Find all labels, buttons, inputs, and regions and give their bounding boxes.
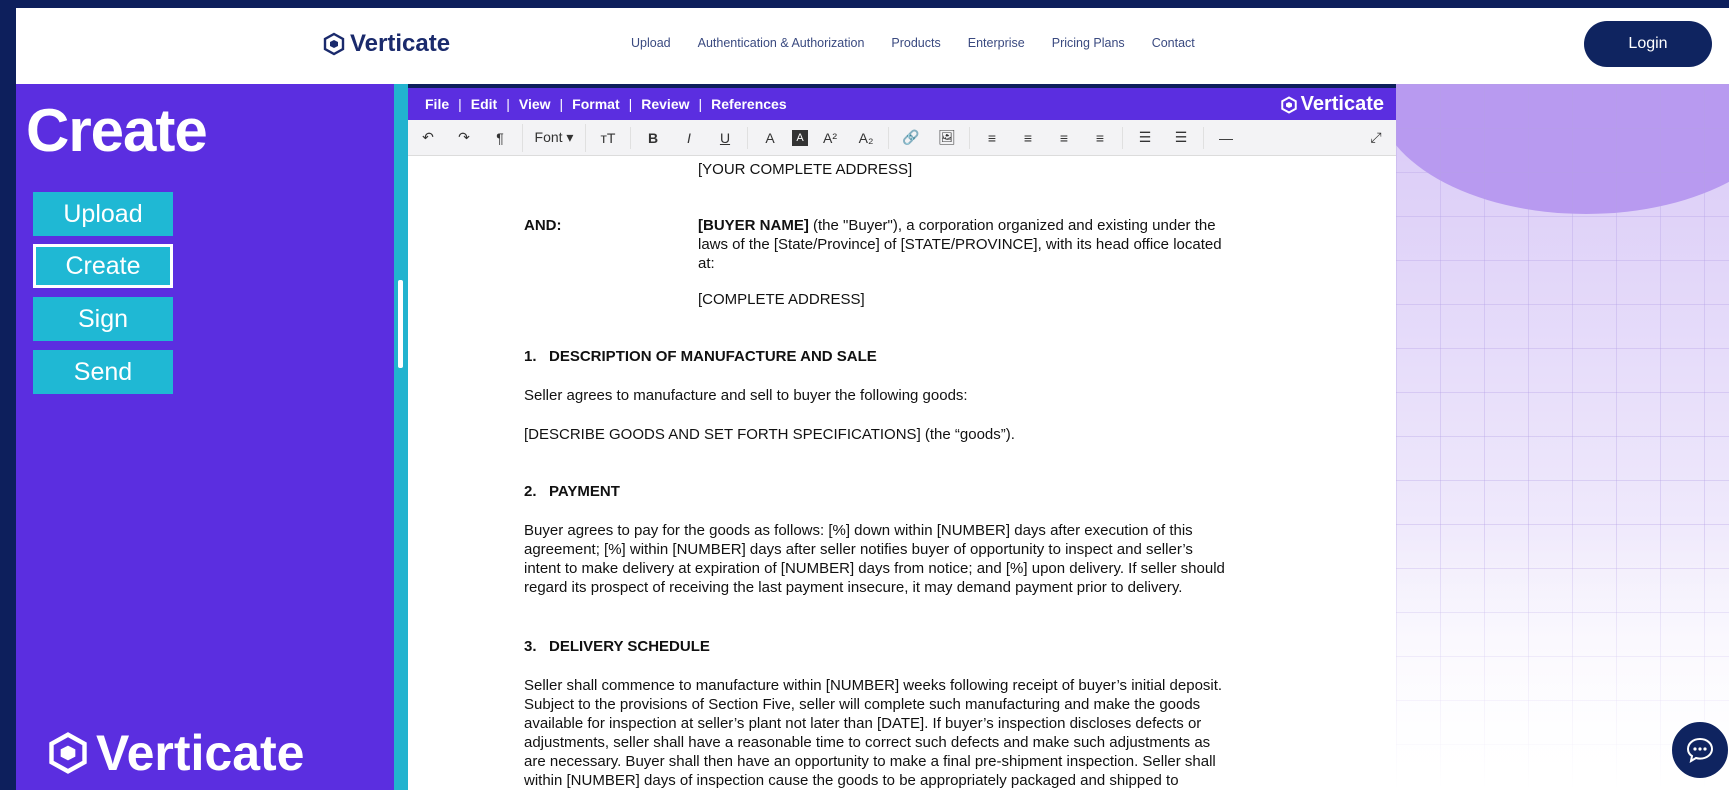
align-right-icon[interactable]: ≡ [1050,124,1078,152]
nav-link-upload[interactable]: Upload [631,36,671,50]
section-1-heading: 1. DESCRIPTION OF MANUFACTURE AND SALE [524,348,877,365]
section-3-heading: 3. DELIVERY SCHEDULE [524,638,710,655]
verticate-logo-icon [1280,95,1297,114]
verticate-logo-icon [323,32,345,56]
nav-link-products[interactable]: Products [891,36,940,50]
sidebar-sign-button[interactable]: Sign [33,297,173,341]
sidebar-create-button[interactable]: Create [33,244,173,288]
sidebar-send-button[interactable]: Send [33,350,173,394]
menu-view[interactable]: View [519,96,551,112]
align-left-icon[interactable]: ≡ [978,124,1006,152]
bullet-list-icon[interactable]: ☰ [1131,124,1159,152]
toolbar-divider [630,126,631,149]
address-line: [YOUR COMPLETE ADDRESS] [698,161,913,178]
page-title: Create [26,97,208,164]
align-center-icon[interactable]: ≡ [1014,124,1042,152]
section-2-line: agreement; [%] within [NUMBER] days afte… [524,541,1193,558]
section-1-goods: [DESCRIBE GOODS AND SET FORTH SPECIFICAT… [524,426,1015,443]
sidebar-upload-button[interactable]: Upload [33,192,173,236]
superscript-icon[interactable]: A² [816,124,844,152]
section-3-line: Subject to the provisions of Section Fiv… [524,696,1201,713]
menu-separator: | [458,96,462,112]
paragraph-icon[interactable]: ¶ [486,124,514,152]
menu-format[interactable]: Format [572,96,619,112]
menu-separator: | [698,96,703,112]
section-2-line: Buyer agrees to pay for the goods as fol… [524,522,1193,539]
sidebar-brand-name: Verticate [96,725,305,781]
link-icon[interactable]: 🔗 [897,124,925,152]
and-label: AND: [524,217,562,234]
nav-links: Upload Authentication & Authorization Pr… [631,36,1222,50]
justify-icon[interactable]: ≡ [1086,124,1114,152]
editor-toolbar: ↶ ↷ ¶ Font ▾ ᴛT B I U A A A² A₂ 🔗 🖼 ≡ ≡ … [408,120,1396,156]
document-page[interactable]: [YOUR COMPLETE ADDRESS] AND: [BUYER NAME… [408,156,1396,790]
chat-button[interactable] [1670,720,1729,780]
menu-edit[interactable]: Edit [471,96,497,112]
menu-separator: | [506,96,510,112]
section-3-line: are necessary. Buyer shall then have an … [524,753,1216,770]
nav-link-enterprise[interactable]: Enterprise [968,36,1025,50]
redo-icon[interactable]: ↷ [450,124,478,152]
section-3-line: within [NUMBER] days of inspection cause… [524,772,1179,789]
image-icon[interactable]: 🖼 [933,124,961,152]
header-brand-name: Verticate [350,30,451,57]
editor-menubar: File | Edit | View | Format | Review | Refere… [408,88,1396,120]
font-color-icon[interactable]: A [756,124,784,152]
resize-handle[interactable] [398,280,403,368]
buyer-line-3: at: [698,255,715,272]
menu-review[interactable]: Review [641,96,689,112]
toolbar-divider [888,126,889,149]
horizontal-rule-icon[interactable]: — [1212,124,1240,152]
editor-side-strip [394,84,408,790]
menu-separator: | [628,96,633,112]
toolbar-divider [969,126,970,149]
section-2-line: regard its prospect of receiving the las… [524,579,1183,596]
nav-link-pricing[interactable]: Pricing Plans [1052,36,1125,50]
section-3-line: Seller shall commence to manufacture wit… [524,677,1223,694]
numbered-list-icon[interactable]: ☰ [1167,124,1195,152]
fullscreen-icon[interactable]: ⤢ [1362,124,1390,152]
menu-file[interactable]: File [425,96,449,112]
toolbar-divider [1203,126,1204,149]
highlight-color-icon[interactable]: A [792,129,808,146]
toolbar-divider [747,126,748,149]
header-brand[interactable]: Verticate [322,30,450,58]
subscript-icon[interactable]: A₂ [852,124,880,152]
menu-references[interactable]: References [711,96,787,112]
menu-separator: | [559,96,564,112]
section-1-paragraph: Seller agrees to manufacture and sell to… [524,387,968,404]
nav-link-contact[interactable]: Contact [1152,36,1195,50]
sidebar-brand: Verticate [46,724,304,782]
decorative-background [1396,84,1729,790]
chat-icon [1686,737,1714,764]
verticate-logo-icon [49,732,87,774]
left-sidebar: Create Upload Create Sign Send Verticate [16,84,394,790]
undo-icon[interactable]: ↶ [414,124,442,152]
buyer-text: (the "Buyer"), a corporation organized a… [808,217,1216,234]
section-3-line: adjustments, seller shall have a reasona… [524,734,1211,751]
font-size-icon[interactable]: ᴛT [594,124,622,152]
underline-icon[interactable]: U [711,124,739,152]
toolbar-divider [1122,126,1123,149]
top-navigation: Verticate Upload Authentication & Author… [16,8,1729,84]
buyer-address: [COMPLETE ADDRESS] [698,291,865,308]
buyer-name: [BUYER NAME] [698,217,809,234]
editor-brand-name: Verticate [1300,93,1384,115]
buyer-line-1: [BUYER NAME] (the "Buyer"), a corporatio… [698,216,1216,235]
section-3-line: available for inspection at seller’s pla… [524,715,1202,732]
buyer-line-2: laws of the [State/Province] of [STATE/P… [698,236,1222,253]
italic-icon[interactable]: I [675,124,703,152]
section-2-heading: 2. PAYMENT [524,483,620,500]
font-select[interactable]: Font ▾ [522,123,586,152]
bold-icon[interactable]: B [639,124,667,152]
nav-link-authentication[interactable]: Authentication & Authorization [698,36,865,50]
section-2-line: intent to make delivery at expiration of… [524,560,1225,577]
login-button[interactable]: Login [1584,21,1712,67]
editor-brand: Verticate [1280,93,1384,116]
